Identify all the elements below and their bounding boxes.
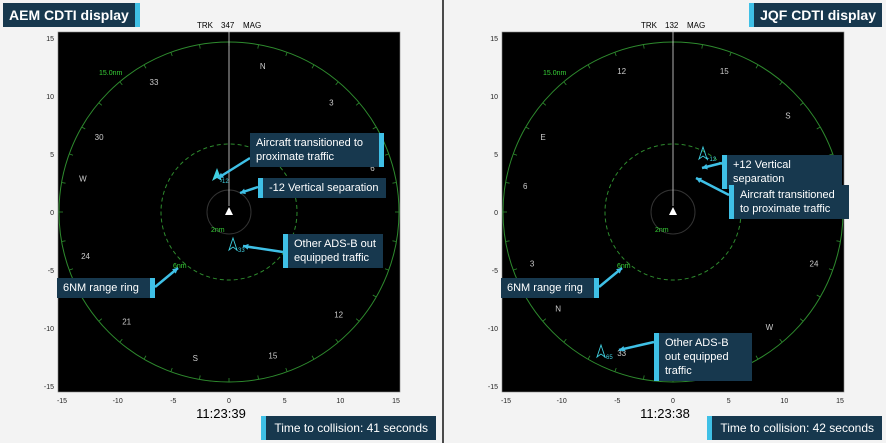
y-axis-tick-label: -15: [44, 384, 54, 391]
jqf-cdti-panel: -15 -15 -10 -10 -5 -5 0 0 5 5 10 10 15 15 15.0nm 6nm 2nm…: [444, 0, 886, 443]
y-axis-tick-label: 5: [494, 152, 498, 159]
y-axis-tick-label: 15: [46, 36, 54, 43]
y-axis-tick-label: -10: [44, 326, 54, 333]
traffic-altitude-label: -65: [604, 355, 613, 361]
x-axis-tick-label: -10: [557, 398, 567, 405]
aem-cdti-panel: -15 -15 -10 -10 -5 -5 0 0 5 5 10 10 15 15 15.0nm 6nm 2nm…: [0, 0, 442, 443]
callout-6nm-range-ring: 6NM range ring: [501, 278, 599, 298]
compass-label: S: [193, 354, 198, 363]
x-axis-tick-label: -5: [170, 398, 176, 405]
trk-value: 132: [665, 21, 679, 30]
trk-value: 347: [221, 21, 235, 30]
y-axis-tick-label: -15: [488, 384, 498, 391]
compass-label: 3: [530, 259, 535, 268]
compass-label: 3: [329, 98, 334, 107]
mag-label: MAG: [687, 21, 705, 30]
traffic-altitude-label: +12: [706, 157, 717, 163]
y-axis-tick-label: 10: [46, 94, 54, 101]
y-axis-tick-label: -10: [488, 326, 498, 333]
callout-other-adsb: Other ADS-B out equipped traffic: [654, 333, 752, 381]
callout-6nm-range-ring: 6NM range ring: [57, 278, 155, 298]
compass-label: 24: [81, 252, 90, 261]
y-axis-tick-label: 10: [490, 94, 498, 101]
compass-label: W: [766, 323, 774, 332]
x-axis-tick-label: -10: [113, 398, 123, 405]
aem-radar-plot: -15-15-10-10-5-500551010151515.0nm6nm2nm…: [44, 21, 401, 405]
inner-range-label: 2nm: [211, 227, 225, 234]
compass-label: 24: [810, 259, 819, 268]
x-axis-tick-label: 0: [227, 398, 231, 405]
y-axis-tick-label: 0: [494, 210, 498, 217]
callout-aircraft-transitioned: Aircraft transitioned to proximate traff…: [729, 185, 849, 219]
x-axis-tick-label: -5: [614, 398, 620, 405]
compass-label: 30: [95, 133, 104, 142]
panel-title: JQF CDTI display: [749, 3, 882, 27]
compass-label: 6: [523, 182, 528, 191]
inner-range-label: 2nm: [655, 227, 669, 234]
y-axis-tick-label: 0: [50, 210, 54, 217]
outer-range-label: 15.0nm: [543, 70, 567, 77]
traffic-altitude-label: -12: [220, 179, 229, 185]
compass-label: 33: [150, 78, 159, 87]
trk-label: TRK: [641, 21, 658, 30]
compass-label: 15: [268, 351, 277, 360]
trk-label: TRK: [197, 21, 214, 30]
callout-other-adsb: Other ADS-B out equipped traffic: [283, 234, 383, 268]
compass-label: N: [555, 304, 561, 313]
x-axis-tick-label: 5: [727, 398, 731, 405]
compass-label: 12: [617, 67, 626, 76]
y-axis-tick-label: -5: [48, 268, 54, 275]
time-to-collision: Time to collision: 41 seconds: [261, 416, 436, 440]
x-axis-tick-label: -15: [57, 398, 67, 405]
y-axis-tick-label: -5: [492, 268, 498, 275]
x-axis-tick-label: -15: [501, 398, 511, 405]
x-axis-tick-label: 10: [336, 398, 344, 405]
time-to-collision: Time to collision: 42 seconds: [707, 416, 882, 440]
x-axis-tick-label: 15: [392, 398, 400, 405]
compass-label: E: [540, 133, 545, 142]
callout-vertical-separation: -12 Vertical separation: [258, 178, 386, 198]
y-axis-tick-label: 5: [50, 152, 54, 159]
compass-label: N: [260, 62, 266, 71]
compass-label: S: [785, 112, 790, 121]
x-axis-tick-label: 0: [671, 398, 675, 405]
compass-label: 15: [720, 67, 729, 76]
outer-range-label: 15.0nm: [99, 70, 123, 77]
x-axis-tick-label: 10: [780, 398, 788, 405]
compass-label: 21: [122, 318, 131, 327]
callout-vertical-separation: +12 Vertical separation: [722, 155, 842, 189]
x-axis-tick-label: 15: [836, 398, 844, 405]
panel-title: AEM CDTI display: [3, 3, 140, 27]
y-axis-tick-label: 15: [490, 36, 498, 43]
compass-label: 12: [334, 310, 343, 319]
callout-aircraft-transitioned: Aircraft transitioned to proximate traff…: [250, 133, 384, 167]
compass-label: W: [79, 174, 87, 183]
traffic-altitude-label: -33: [236, 248, 245, 254]
x-axis-tick-label: 5: [283, 398, 287, 405]
mag-label: MAG: [243, 21, 261, 30]
